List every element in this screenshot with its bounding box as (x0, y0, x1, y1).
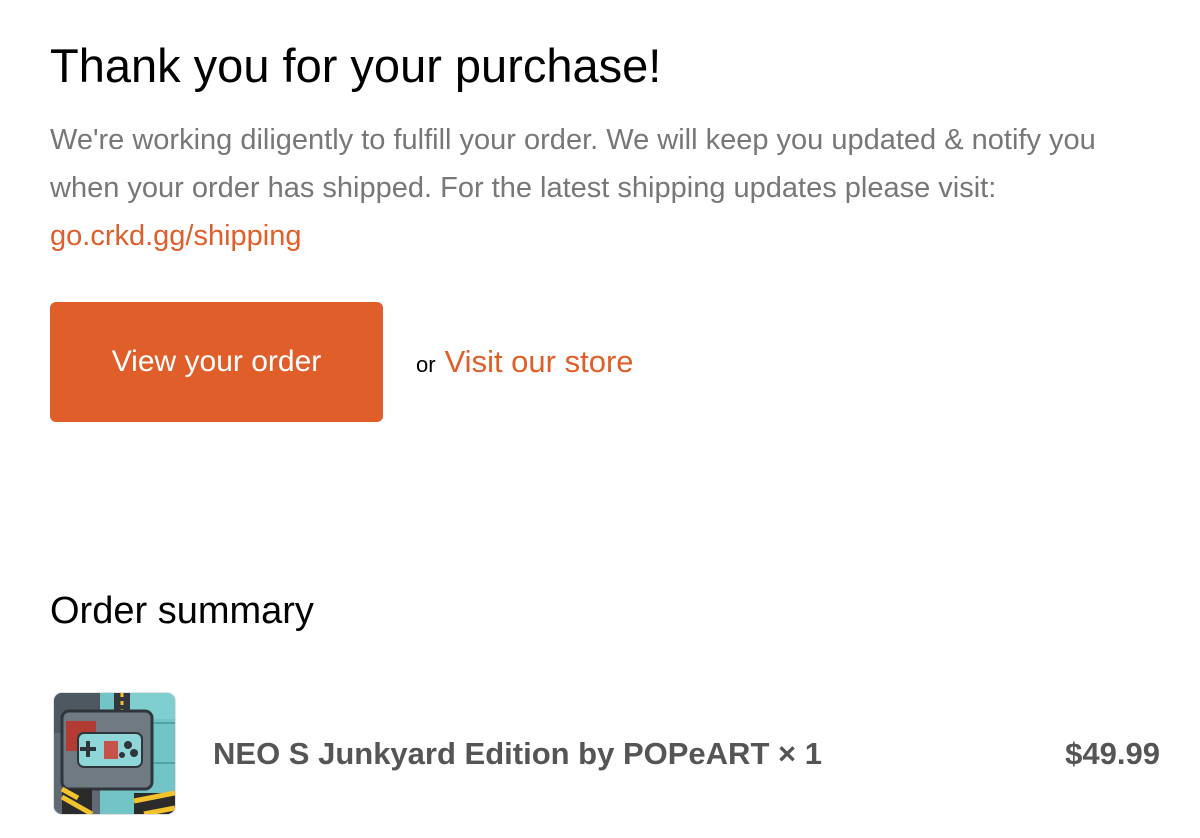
order-actions: View your order or Visit our store (50, 302, 634, 422)
item-title: NEO S Junkyard Edition by POPeART × 1 (213, 735, 822, 771)
shipping-link[interactable]: go.crkd.gg/shipping (50, 220, 302, 252)
order-confirmation-page: Thank you for your purchase! We're worki… (50, 0, 1160, 838)
item-price: $49.99 (1065, 735, 1160, 771)
view-order-button[interactable]: View your order (50, 302, 383, 422)
thank-you-heading: Thank you for your purchase! (50, 39, 662, 92)
fulfillment-message: We're working diligently to fulfill your… (50, 116, 1120, 260)
neo-s-junkyard-controller-image (53, 692, 176, 815)
order-summary-heading: Order summary (50, 590, 314, 632)
or-separator: or (416, 352, 436, 377)
fulfillment-message-text: We're working diligently to fulfill your… (50, 124, 1096, 204)
visit-store-link[interactable]: Visit our store (445, 344, 634, 380)
order-line-item: NEO S Junkyard Edition by POPeART × 1 $4… (53, 692, 1160, 815)
